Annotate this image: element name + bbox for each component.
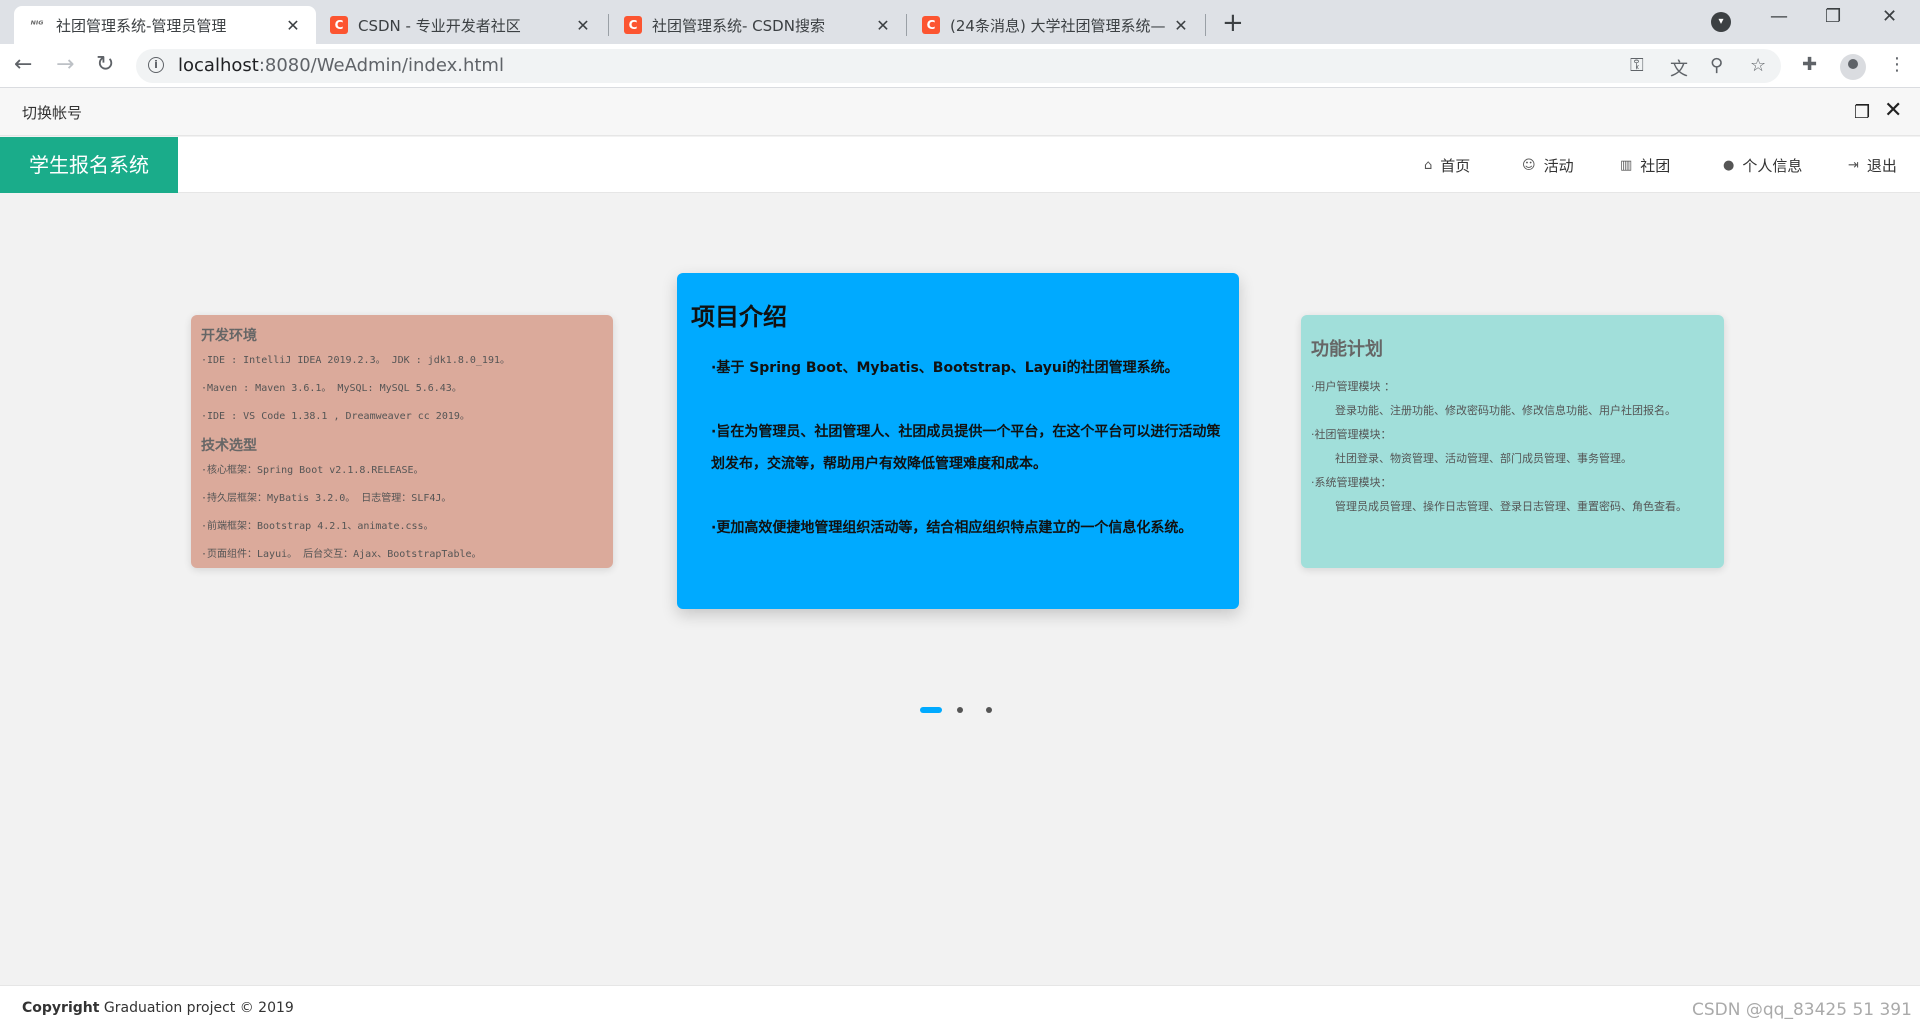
smile-icon: ☺ [1522, 158, 1536, 173]
user-icon: ● [1723, 158, 1735, 173]
card-title: 项目介绍 [691, 303, 787, 331]
minimize-icon[interactable]: — [1770, 6, 1788, 27]
card-line: 管理员成员管理、操作日志管理、登录日志管理、重置密码、角色查看。 [1335, 500, 1687, 513]
switch-account-link[interactable]: 切换帐号 [22, 102, 82, 123]
tab-close-icon[interactable]: ✕ [1172, 16, 1190, 35]
card-paragraph: ·基于 Spring Boot、Mybatis、Bootstrap、Layui的… [711, 360, 1179, 376]
tab-close-icon[interactable]: ✕ [874, 16, 892, 35]
nav-item-logout[interactable]: ⇥ 退出 [1848, 155, 1897, 176]
card-line: ·页面组件：Layui。 后台交互：Ajax、BootstrapTable。 [201, 549, 482, 560]
copyright-rest: Graduation project © 2019 [99, 1000, 294, 1016]
card-line: ·Maven : Maven 3.6.1。 MySQL: MySQL 5.6.4… [201, 383, 462, 394]
watermark-text: CSDN @qq_83425 51 391 [1692, 1000, 1912, 1020]
zoom-icon[interactable]: ⚲ [1710, 55, 1723, 76]
reload-icon[interactable]: ↻ [96, 52, 114, 77]
card-line: ·持久层框架：MyBatis 3.2.0。 日志管理：SLF4J。 [201, 493, 452, 504]
card-paragraph: ·旨在为管理员、社团管理人、社团成员提供一个平台，在这个平台可以进行活动策划发布… [711, 424, 1221, 472]
nav-item-profile[interactable]: ● 个人信息 [1723, 155, 1802, 176]
profile-avatar[interactable] [1840, 54, 1866, 80]
url-host: localhost [178, 55, 259, 76]
browser-tab[interactable]: ᴺᴵᴳ 社团管理系统-管理员管理 ✕ [14, 6, 316, 44]
close-window-icon[interactable]: ✕ [1882, 6, 1897, 27]
carousel-card-feature-plan[interactable]: 功能计划 ·用户管理模块 ： 登录功能、注册功能、修改密码功能、修改信息功能、用… [1301, 315, 1724, 568]
copyright-label: Copyright [22, 1000, 100, 1016]
nav-label: 社团 [1640, 157, 1671, 175]
nav-label: 首页 [1440, 157, 1471, 175]
browser-tab[interactable]: C CSDN - 专业开发者社区 ✕ [316, 6, 606, 44]
address-bar[interactable]: i localhost:8080/WeAdmin/index.html ⚿ 文 … [136, 49, 1781, 83]
restore-icon[interactable]: ❐ [1854, 102, 1870, 123]
translate-icon[interactable]: 文 [1670, 55, 1688, 81]
site-favicon-icon: ᴺᴵᴳ [30, 19, 44, 31]
card-heading: 开发环境 [201, 328, 257, 344]
tab-close-icon[interactable]: ✕ [284, 16, 302, 35]
browser-tab[interactable]: C 社团管理系统- CSDN搜索 ✕ [610, 6, 906, 44]
nav-label: 个人信息 [1742, 157, 1803, 175]
bar-chart-icon: ▥ [1620, 158, 1633, 173]
menu-icon[interactable]: ⋮ [1888, 54, 1906, 75]
sign-out-icon: ⇥ [1848, 158, 1859, 173]
carousel-card-project-intro[interactable]: 项目介绍 ·基于 Spring Boot、Mybatis、Bootstrap、L… [677, 273, 1239, 609]
card-line: ·系统管理模块： [1311, 476, 1392, 489]
card-line: 登录功能、注册功能、修改密码功能、修改信息功能、用户社团报名。 [1335, 404, 1676, 417]
tab-separator [608, 14, 609, 36]
switch-account-bar: 切换帐号 ❐ ✕ [0, 88, 1920, 136]
nav-item-home[interactable]: ⌂ 首页 [1424, 155, 1470, 176]
nav-label: 活动 [1543, 157, 1574, 175]
carousel-dot[interactable] [957, 707, 963, 713]
csdn-favicon-icon: C [624, 16, 642, 34]
extensions-icon[interactable]: ✚ [1802, 54, 1817, 75]
tab-title: CSDN - 专业开发者社区 [358, 16, 521, 35]
tab-separator [906, 14, 907, 36]
nav-label: 退出 [1866, 157, 1897, 175]
browser-toolbar: ← → ↻ i localhost:8080/WeAdmin/index.htm… [0, 44, 1920, 88]
carousel-dot[interactable] [986, 707, 992, 713]
site-info-icon[interactable]: i [148, 57, 164, 73]
card-line: ·用户管理模块 ： [1311, 380, 1395, 393]
carousel-dot[interactable] [920, 707, 942, 713]
nav-item-club[interactable]: ▥ 社团 [1620, 155, 1670, 176]
card-title: 功能计划 [1311, 339, 1383, 360]
url-path: :8080/WeAdmin/index.html [258, 55, 504, 76]
card-line: ·前端框架：Bootstrap 4.2.1、animate.css。 [201, 521, 434, 532]
card-line: ·IDE : VS Code 1.38.1 , Dreamweaver cc 2… [201, 411, 470, 422]
nav-item-activity[interactable]: ☺ 活动 [1522, 155, 1574, 176]
tab-close-icon[interactable]: ✕ [574, 16, 592, 35]
url-text: localhost:8080/WeAdmin/index.html [178, 55, 504, 76]
back-icon[interactable]: ← [14, 52, 32, 77]
restore-window-icon[interactable]: ❐ [1825, 6, 1841, 27]
card-line: 社团登录、物资管理、活动管理、部门成员管理、事务管理。 [1335, 452, 1632, 465]
page-footer: Copyright Graduation project © 2019 CSDN… [0, 985, 1920, 1030]
csdn-favicon-icon: C [922, 16, 940, 34]
app-logo[interactable]: 学生报名系统 [0, 137, 178, 193]
tab-search-icon[interactable]: ▾ [1711, 12, 1731, 32]
forward-icon[interactable]: → [56, 52, 74, 77]
card-heading: 技术选型 [201, 438, 257, 454]
card-line: ·社团管理模块： [1311, 428, 1392, 441]
tab-separator [1205, 14, 1206, 36]
carousel-card-dev-env[interactable]: 开发环境 ·IDE : IntelliJ IDEA 2019.2.3。 JDK … [191, 315, 613, 568]
copyright-text: Copyright Graduation project © 2019 [22, 1000, 294, 1016]
tab-title: 社团管理系统-管理员管理 [56, 16, 227, 35]
browser-tab[interactable]: C (24条消息) 大学社团管理系统— ✕ [908, 6, 1204, 44]
tab-title: 社团管理系统- CSDN搜索 [652, 16, 825, 35]
tab-title: (24条消息) 大学社团管理系统— [950, 16, 1166, 35]
bookmark-star-icon[interactable]: ☆ [1750, 55, 1766, 76]
key-icon[interactable]: ⚿ [1630, 55, 1644, 76]
card-line: ·IDE : IntelliJ IDEA 2019.2.3。 JDK : jdk… [201, 355, 510, 366]
browser-tab-strip: ᴺᴵᴳ 社团管理系统-管理员管理 ✕ C CSDN - 专业开发者社区 ✕ C … [0, 0, 1920, 44]
home-icon: ⌂ [1424, 158, 1433, 173]
card-paragraph: ·更加高效便捷地管理组织活动等，结合相应组织特点建立的一个信息化系统。 [711, 520, 1193, 536]
new-tab-icon[interactable]: + [1222, 8, 1244, 38]
app-header: 学生报名系统 ⌂ 首页 ☺ 活动 ▥ 社团 ● 个人信息 ⇥ 退出 [0, 137, 1920, 193]
csdn-favicon-icon: C [330, 16, 348, 34]
card-line: ·核心框架：Spring Boot v2.1.8.RELEASE。 [201, 465, 424, 476]
close-icon[interactable]: ✕ [1884, 98, 1902, 123]
